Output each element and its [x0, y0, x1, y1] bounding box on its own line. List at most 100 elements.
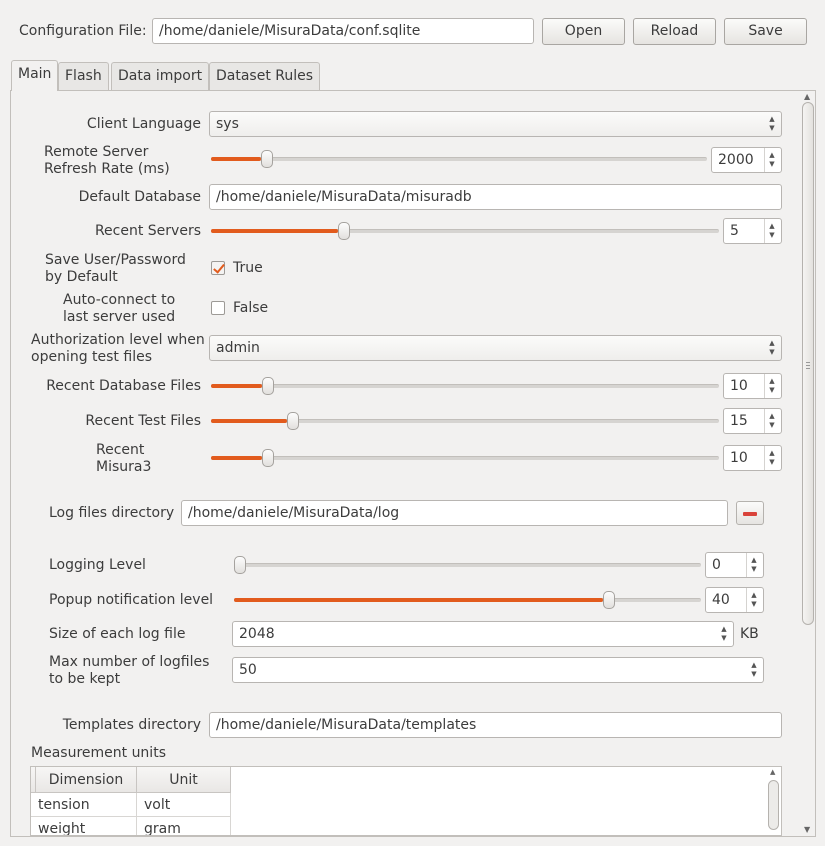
- chevron-updown-icon: ▲ ▼: [769, 115, 775, 132]
- spin-arrows-icon[interactable]: ▲ ▼: [767, 151, 777, 169]
- templates-dir-input[interactable]: /home/daniele/MisuraData/templates: [209, 712, 782, 738]
- remove-button[interactable]: [736, 501, 764, 525]
- log-dir-input[interactable]: /home/daniele/MisuraData/log: [181, 500, 728, 526]
- slider-handle[interactable]: [261, 377, 274, 395]
- spin-arrows-icon[interactable]: ▲ ▼: [719, 625, 729, 643]
- client-language-select[interactable]: sys ▲ ▼: [209, 111, 782, 137]
- slider-handle[interactable]: [260, 150, 273, 168]
- tab-flash[interactable]: Flash: [58, 62, 109, 90]
- slider-handle[interactable]: [234, 556, 246, 574]
- recent-servers-slider[interactable]: [211, 222, 719, 240]
- minus-icon: [743, 512, 757, 516]
- table-cell-unit[interactable]: volt: [137, 793, 231, 817]
- tab-dataset-rules[interactable]: Dataset Rules: [209, 62, 321, 90]
- auto-connect-label: Auto-connect to last server used: [63, 292, 176, 325]
- popup-level-label: Popup notification level: [49, 592, 214, 608]
- refresh-rate-value: 2000: [718, 152, 754, 168]
- measurement-units-label: Measurement units: [31, 745, 166, 761]
- recent-db-files-spinbox[interactable]: 10 ▲ ▼: [723, 373, 782, 399]
- spin-arrows-icon[interactable]: ▲ ▼: [749, 556, 759, 574]
- spin-arrows-icon[interactable]: ▲ ▼: [767, 377, 777, 395]
- log-dir-label: Log files directory: [49, 505, 175, 521]
- recent-test-files-label: Recent Test Files: [85, 413, 201, 429]
- column-header-dimension[interactable]: Dimension: [36, 767, 137, 793]
- client-language-value: sys: [216, 116, 239, 132]
- scroll-up-icon[interactable]: ▲: [770, 768, 775, 776]
- scroll-down-icon[interactable]: ▼: [804, 825, 810, 834]
- recent-misura3-slider[interactable]: [211, 449, 719, 467]
- tab-main[interactable]: Main: [11, 60, 59, 91]
- table-cell-unit[interactable]: gram: [137, 817, 231, 835]
- scrollbar-thumb[interactable]: [802, 102, 814, 625]
- default-db-label: Default Database: [78, 189, 201, 205]
- popup-level-slider[interactable]: [234, 591, 701, 609]
- scrollbar-thumb[interactable]: [768, 780, 779, 830]
- refresh-rate-label: Remote Server Refresh Rate (ms): [44, 144, 170, 177]
- recent-test-files-spinbox[interactable]: 15 ▲ ▼: [723, 408, 782, 434]
- save-user-value: True: [233, 260, 263, 276]
- spin-arrows-icon[interactable]: ▲ ▼: [767, 412, 777, 430]
- save-user-checkbox[interactable]: [211, 261, 225, 275]
- table-scrollbar[interactable]: ▲: [768, 768, 780, 834]
- recent-misura3-spinbox[interactable]: 10 ▲ ▼: [723, 445, 782, 471]
- default-db-input[interactable]: /home/daniele/MisuraData/misuradb: [209, 184, 782, 210]
- auth-level-label: Authorization level when opening test fi…: [31, 332, 205, 365]
- refresh-rate-spinbox[interactable]: 2000 ▲ ▼: [711, 147, 782, 173]
- column-header-unit[interactable]: Unit: [137, 767, 231, 793]
- auto-connect-checkbox[interactable]: [211, 301, 225, 315]
- tab-data-import[interactable]: Data import: [111, 62, 210, 90]
- recent-misura3-value: 10: [730, 450, 748, 466]
- popup-level-value: 40: [712, 592, 730, 608]
- slider-fill: [211, 157, 261, 161]
- slider-fill: [211, 419, 288, 423]
- recent-servers-value: 5: [730, 223, 739, 239]
- chevron-updown-icon: ▲ ▼: [769, 339, 775, 356]
- logging-level-label: Logging Level: [49, 557, 146, 573]
- recent-db-files-value: 10: [730, 378, 748, 394]
- reload-button[interactable]: Reload: [633, 18, 716, 45]
- save-button[interactable]: Save: [724, 18, 807, 45]
- auto-connect-value: False: [233, 300, 269, 316]
- slider-fill: [211, 384, 262, 388]
- slider-handle[interactable]: [287, 412, 300, 430]
- auth-level-select[interactable]: admin ▲ ▼: [209, 335, 782, 361]
- spin-arrows-icon[interactable]: ▲ ▼: [767, 222, 777, 240]
- logging-level-slider[interactable]: [234, 556, 701, 574]
- max-logfiles-label: Max number of logfiles to be kept: [49, 654, 210, 687]
- log-size-unit: KB: [740, 626, 759, 642]
- table-cell-dimension[interactable]: weight: [31, 817, 137, 835]
- measurement-units-table[interactable]: Dimension Unit tension volt weight gram …: [30, 766, 782, 836]
- recent-test-files-slider[interactable]: [211, 412, 719, 430]
- open-button[interactable]: Open: [542, 18, 625, 45]
- logging-level-value: 0: [712, 557, 721, 573]
- save-user-label: Save User/Password by Default: [45, 252, 186, 285]
- spin-arrows-icon[interactable]: ▲ ▼: [749, 661, 759, 679]
- panel-scrollbar[interactable]: ▲ ▼: [802, 92, 814, 834]
- max-logfiles-value: 50: [239, 662, 257, 678]
- scroll-up-icon[interactable]: ▲: [804, 92, 810, 101]
- spin-arrows-icon[interactable]: ▲ ▼: [767, 449, 777, 467]
- spin-arrows-icon[interactable]: ▲ ▼: [749, 591, 759, 609]
- logging-level-spinbox[interactable]: 0 ▲ ▼: [705, 552, 764, 578]
- recent-test-files-value: 15: [730, 413, 748, 429]
- config-file-path-input[interactable]: /home/daniele/MisuraData/conf.sqlite: [152, 18, 534, 44]
- client-language-label: Client Language: [86, 116, 201, 132]
- refresh-rate-slider[interactable]: [211, 150, 707, 168]
- auth-level-value: admin: [216, 340, 260, 356]
- recent-servers-spinbox[interactable]: 5 ▲ ▼: [723, 218, 782, 244]
- popup-level-spinbox[interactable]: 40 ▲ ▼: [705, 587, 764, 613]
- slider-handle[interactable]: [338, 222, 350, 240]
- templates-dir-label: Templates directory: [62, 717, 201, 733]
- slider-fill: [234, 598, 603, 602]
- max-logfiles-spinbox[interactable]: 50 ▲ ▼: [232, 657, 764, 683]
- slider-fill: [211, 229, 338, 233]
- table-cell-dimension[interactable]: tension: [31, 793, 137, 817]
- config-file-label: Configuration File:: [19, 23, 147, 39]
- slider-handle[interactable]: [602, 591, 615, 609]
- recent-servers-label: Recent Servers: [94, 223, 201, 239]
- recent-db-files-slider[interactable]: [211, 377, 719, 395]
- log-size-spinbox[interactable]: 2048 ▲ ▼: [232, 621, 734, 647]
- slider-fill: [211, 456, 262, 460]
- slider-handle[interactable]: [261, 449, 274, 467]
- log-size-value: 2048: [239, 626, 275, 642]
